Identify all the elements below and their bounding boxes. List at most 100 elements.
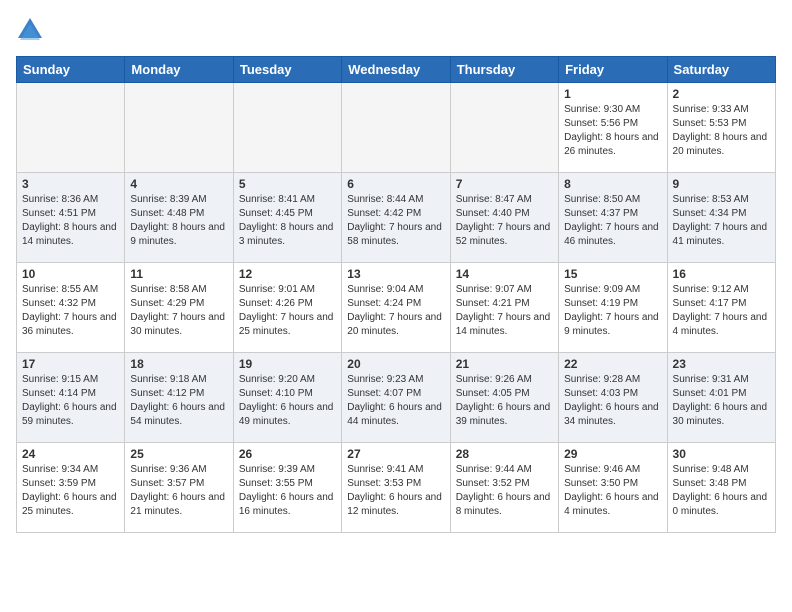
day-info: Sunrise: 9:33 AM Sunset: 5:53 PM Dayligh… <box>673 103 770 159</box>
calendar-cell: 19 Sunrise: 9:20 AM Sunset: 4:10 PM Dayli… <box>233 353 341 443</box>
calendar-cell: 2Sunrise: 9:33 AM Sunset: 5:53 PM Daylig… <box>667 83 775 173</box>
day-info: Sunrise: 8:50 AM Sunset: 4:37 PM Dayligh… <box>564 193 661 249</box>
day-number: 15 <box>564 267 661 281</box>
day-info: Sunrise: 9:30 AM Sunset: 5:56 PM Dayligh… <box>564 103 661 159</box>
calendar-cell: 22 Sunrise: 9:28 AM Sunset: 4:03 PM Dayli… <box>559 353 667 443</box>
day-info: Sunrise: 8:55 AM Sunset: 4:32 PM Dayligh… <box>22 283 119 339</box>
day-number: 25 <box>130 447 227 461</box>
day-number: 23 <box>673 357 770 371</box>
day-info: Sunrise: 8:44 AM Sunset: 4:42 PM Dayligh… <box>347 193 444 249</box>
day-number: 16 <box>673 267 770 281</box>
calendar-cell <box>342 83 450 173</box>
calendar-cell: 8 Sunrise: 8:50 AM Sunset: 4:37 PM Daylig… <box>559 173 667 263</box>
day-info: Sunrise: 9:39 AM Sunset: 3:55 PM Dayligh… <box>239 463 336 519</box>
day-number: 19 <box>239 357 336 371</box>
calendar-cell <box>450 83 558 173</box>
calendar-cell: 17 Sunrise: 9:15 AM Sunset: 4:14 PM Dayli… <box>17 353 125 443</box>
day-info: Sunrise: 8:39 AM Sunset: 4:48 PM Dayligh… <box>130 193 227 249</box>
calendar-cell: 25Sunrise: 9:36 AM Sunset: 3:57 PM Dayli… <box>125 443 233 533</box>
day-number: 9 <box>673 177 770 191</box>
day-info: Sunrise: 8:47 AM Sunset: 4:40 PM Dayligh… <box>456 193 553 249</box>
day-number: 30 <box>673 447 770 461</box>
calendar-cell: 23 Sunrise: 9:31 AM Sunset: 4:01 PM Dayli… <box>667 353 775 443</box>
calendar-cell: 28 Sunrise: 9:44 AM Sunset: 3:52 PM Dayli… <box>450 443 558 533</box>
calendar-cell: 18Sunrise: 9:18 AM Sunset: 4:12 PM Dayli… <box>125 353 233 443</box>
col-header-tuesday: Tuesday <box>233 57 341 83</box>
day-number: 7 <box>456 177 553 191</box>
calendar-week-row: 17 Sunrise: 9:15 AM Sunset: 4:14 PM Dayli… <box>17 353 776 443</box>
day-info: Sunrise: 9:01 AM Sunset: 4:26 PM Dayligh… <box>239 283 336 339</box>
day-number: 6 <box>347 177 444 191</box>
day-info: Sunrise: 9:46 AM Sunset: 3:50 PM Dayligh… <box>564 463 661 519</box>
day-info: Sunrise: 8:41 AM Sunset: 4:45 PM Dayligh… <box>239 193 336 249</box>
calendar-cell: 3 Sunrise: 8:36 AM Sunset: 4:51 PM Daylig… <box>17 173 125 263</box>
col-header-sunday: Sunday <box>17 57 125 83</box>
calendar-cell: 30 Sunrise: 9:48 AM Sunset: 3:48 PM Dayli… <box>667 443 775 533</box>
calendar-cell: 16 Sunrise: 9:12 AM Sunset: 4:17 PM Dayli… <box>667 263 775 353</box>
col-header-wednesday: Wednesday <box>342 57 450 83</box>
day-info: Sunrise: 8:58 AM Sunset: 4:29 PM Dayligh… <box>130 283 227 339</box>
day-number: 27 <box>347 447 444 461</box>
day-number: 4 <box>130 177 227 191</box>
day-info: Sunrise: 9:48 AM Sunset: 3:48 PM Dayligh… <box>673 463 770 519</box>
calendar-cell: 26 Sunrise: 9:39 AM Sunset: 3:55 PM Dayli… <box>233 443 341 533</box>
day-number: 21 <box>456 357 553 371</box>
calendar-week-row: 3 Sunrise: 8:36 AM Sunset: 4:51 PM Daylig… <box>17 173 776 263</box>
day-info: Sunrise: 9:28 AM Sunset: 4:03 PM Dayligh… <box>564 373 661 429</box>
day-info: Sunrise: 9:12 AM Sunset: 4:17 PM Dayligh… <box>673 283 770 339</box>
day-number: 12 <box>239 267 336 281</box>
day-info: Sunrise: 9:15 AM Sunset: 4:14 PM Dayligh… <box>22 373 119 429</box>
col-header-friday: Friday <box>559 57 667 83</box>
calendar-cell: 4 Sunrise: 8:39 AM Sunset: 4:48 PM Daylig… <box>125 173 233 263</box>
day-number: 5 <box>239 177 336 191</box>
day-info: Sunrise: 9:34 AM Sunset: 3:59 PM Dayligh… <box>22 463 119 519</box>
day-info: Sunrise: 9:31 AM Sunset: 4:01 PM Dayligh… <box>673 373 770 429</box>
day-info: Sunrise: 9:04 AM Sunset: 4:24 PM Dayligh… <box>347 283 444 339</box>
calendar-week-row: 10Sunrise: 8:55 AM Sunset: 4:32 PM Dayli… <box>17 263 776 353</box>
calendar-cell: 11 Sunrise: 8:58 AM Sunset: 4:29 PM Dayli… <box>125 263 233 353</box>
day-number: 3 <box>22 177 119 191</box>
calendar-cell <box>233 83 341 173</box>
day-info: Sunrise: 9:23 AM Sunset: 4:07 PM Dayligh… <box>347 373 444 429</box>
calendar-cell: 1 Sunrise: 9:30 AM Sunset: 5:56 PM Daylig… <box>559 83 667 173</box>
day-number: 1 <box>564 87 661 101</box>
day-info: Sunrise: 9:09 AM Sunset: 4:19 PM Dayligh… <box>564 283 661 339</box>
logo-icon <box>16 16 44 44</box>
calendar-header-row: SundayMondayTuesdayWednesdayThursdayFrid… <box>17 57 776 83</box>
day-number: 20 <box>347 357 444 371</box>
day-info: Sunrise: 8:36 AM Sunset: 4:51 PM Dayligh… <box>22 193 119 249</box>
calendar-cell: 21 Sunrise: 9:26 AM Sunset: 4:05 PM Dayli… <box>450 353 558 443</box>
day-number: 22 <box>564 357 661 371</box>
page-header <box>16 16 776 44</box>
day-info: Sunrise: 9:07 AM Sunset: 4:21 PM Dayligh… <box>456 283 553 339</box>
calendar-cell <box>125 83 233 173</box>
day-number: 28 <box>456 447 553 461</box>
day-number: 26 <box>239 447 336 461</box>
day-info: Sunrise: 9:44 AM Sunset: 3:52 PM Dayligh… <box>456 463 553 519</box>
col-header-saturday: Saturday <box>667 57 775 83</box>
calendar-week-row: 1 Sunrise: 9:30 AM Sunset: 5:56 PM Daylig… <box>17 83 776 173</box>
calendar-cell: 7 Sunrise: 8:47 AM Sunset: 4:40 PM Daylig… <box>450 173 558 263</box>
day-info: Sunrise: 9:20 AM Sunset: 4:10 PM Dayligh… <box>239 373 336 429</box>
day-number: 29 <box>564 447 661 461</box>
calendar-cell: 10Sunrise: 8:55 AM Sunset: 4:32 PM Dayli… <box>17 263 125 353</box>
day-number: 24 <box>22 447 119 461</box>
calendar: SundayMondayTuesdayWednesdayThursdayFrid… <box>16 56 776 533</box>
day-info: Sunrise: 9:41 AM Sunset: 3:53 PM Dayligh… <box>347 463 444 519</box>
calendar-cell: 20 Sunrise: 9:23 AM Sunset: 4:07 PM Dayli… <box>342 353 450 443</box>
day-number: 14 <box>456 267 553 281</box>
calendar-cell <box>17 83 125 173</box>
col-header-monday: Monday <box>125 57 233 83</box>
logo <box>16 16 48 44</box>
day-info: Sunrise: 9:26 AM Sunset: 4:05 PM Dayligh… <box>456 373 553 429</box>
calendar-cell: 14 Sunrise: 9:07 AM Sunset: 4:21 PM Dayli… <box>450 263 558 353</box>
calendar-cell: 5 Sunrise: 8:41 AM Sunset: 4:45 PM Daylig… <box>233 173 341 263</box>
day-info: Sunrise: 8:53 AM Sunset: 4:34 PM Dayligh… <box>673 193 770 249</box>
day-number: 13 <box>347 267 444 281</box>
calendar-cell: 13 Sunrise: 9:04 AM Sunset: 4:24 PM Dayli… <box>342 263 450 353</box>
day-info: Sunrise: 9:18 AM Sunset: 4:12 PM Dayligh… <box>130 373 227 429</box>
calendar-cell: 6 Sunrise: 8:44 AM Sunset: 4:42 PM Daylig… <box>342 173 450 263</box>
day-number: 11 <box>130 267 227 281</box>
day-number: 17 <box>22 357 119 371</box>
day-number: 8 <box>564 177 661 191</box>
